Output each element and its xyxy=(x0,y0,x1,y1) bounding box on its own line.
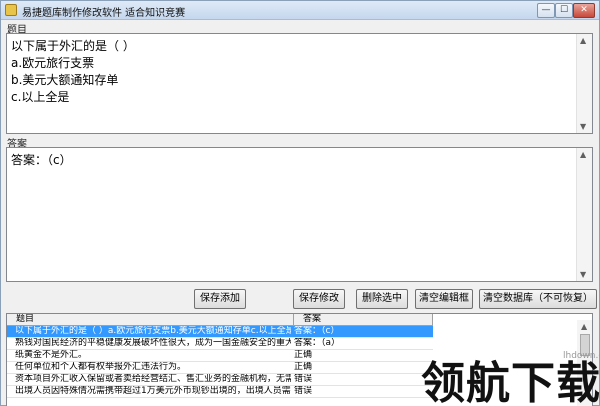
column-header-answer[interactable]: 答案 xyxy=(294,314,433,326)
table-row[interactable]: 出境人员因特殊情况需携带超过1万美元外币现钞出境的，出境人员需向银行 错误 xyxy=(7,386,433,398)
cell-answer: 正确 xyxy=(294,362,313,372)
delete-selected-button[interactable]: 删除选中 xyxy=(356,289,408,309)
cell-question: 以下属于外汇的是（ ）a.欧元旅行支票b.美元大额通知存单c.以上全是 xyxy=(15,326,291,336)
watermark: lhdown.com 领航下载 xyxy=(419,339,600,406)
cell-answer: 正确 xyxy=(294,350,313,360)
cell-question: 纸黄金不是外汇。 xyxy=(15,350,88,360)
question-line: c.以上全是 xyxy=(11,90,70,104)
watermark-logo: 领航下载 xyxy=(421,358,600,406)
question-line: b.美元大额通知存单 xyxy=(11,73,119,87)
cell-answer: 错误 xyxy=(294,386,313,396)
table-row[interactable]: 纸黄金不是外汇。 正确 xyxy=(7,350,433,362)
cell-question: 任何单位和个人都有权举报外汇违法行为。 xyxy=(15,362,187,372)
question-scrollbar[interactable]: ▲ ▼ xyxy=(576,34,592,133)
clear-database-button[interactable]: 清空数据库（不可恢复） xyxy=(479,289,597,309)
table-row[interactable]: 资本项目外汇收入保留或者卖给经营结汇、售汇业务的金融机构，无需经外汇 错误 xyxy=(7,374,433,386)
cell-answer: 答案：（a） xyxy=(294,338,341,348)
scroll-up-icon[interactable]: ▲ xyxy=(581,322,587,331)
app-window: 易捷题库制作修改软件 适合知识竞赛 — ☐ ✕ 题目 以下属于外汇的是（ ） a… xyxy=(0,0,600,406)
cell-answer: 答案：（c） xyxy=(294,326,340,336)
window-title: 易捷题库制作修改软件 适合知识竞赛 xyxy=(22,8,186,19)
cell-answer: 错误 xyxy=(294,374,313,384)
close-button[interactable]: ✕ xyxy=(573,3,595,18)
cell-question: 出境人员因特殊情况需携带超过1万美元外币现钞出境的，出境人员需向银行 xyxy=(15,386,291,396)
table-row[interactable]: 以下属于外汇的是（ ）a.欧元旅行支票b.美元大额通知存单c.以上全是 答案：（… xyxy=(7,326,433,338)
save-add-button[interactable]: 保存添加 xyxy=(194,289,246,309)
table-row[interactable]: 熟钱对国民经济的平稳健康发展破坏性很大，成为一国金融安全的重大隐患 答案：（a） xyxy=(7,338,433,350)
scroll-down-icon[interactable]: ▼ xyxy=(580,270,586,279)
scroll-up-icon[interactable]: ▲ xyxy=(580,150,586,159)
question-line: a.欧元旅行支票 xyxy=(11,56,95,70)
scroll-up-icon[interactable]: ▲ xyxy=(580,36,586,45)
question-editor[interactable]: 以下属于外汇的是（ ） a.欧元旅行支票 b.美元大额通知存单 c.以上全是 ▲… xyxy=(6,33,593,134)
app-icon xyxy=(5,4,17,16)
cell-question: 资本项目外汇收入保留或者卖给经营结汇、售汇业务的金融机构，无需经外汇 xyxy=(15,374,291,384)
title-bar: 易捷题库制作修改软件 适合知识竞赛 — ☐ ✕ xyxy=(1,1,599,20)
table-row[interactable]: 任何单位和个人都有权举报外汇违法行为。 正确 xyxy=(7,362,433,374)
column-header-question[interactable]: 题目 xyxy=(7,314,294,326)
answer-text: 答案：（c） xyxy=(11,153,72,167)
save-edit-button[interactable]: 保存修改 xyxy=(293,289,345,309)
minimize-button[interactable]: — xyxy=(537,3,555,18)
answer-scrollbar[interactable]: ▲ ▼ xyxy=(576,148,592,281)
cell-question: 熟钱对国民经济的平稳健康发展破坏性很大，成为一国金融安全的重大隐患 xyxy=(15,338,291,348)
maximize-button[interactable]: ☐ xyxy=(555,3,573,18)
question-line: 以下属于外汇的是（ ） xyxy=(11,39,135,53)
clear-editor-button[interactable]: 清空编辑框 xyxy=(415,289,473,309)
answer-editor[interactable]: 答案：（c） ▲ ▼ xyxy=(6,147,593,282)
scroll-down-icon[interactable]: ▼ xyxy=(580,122,586,131)
